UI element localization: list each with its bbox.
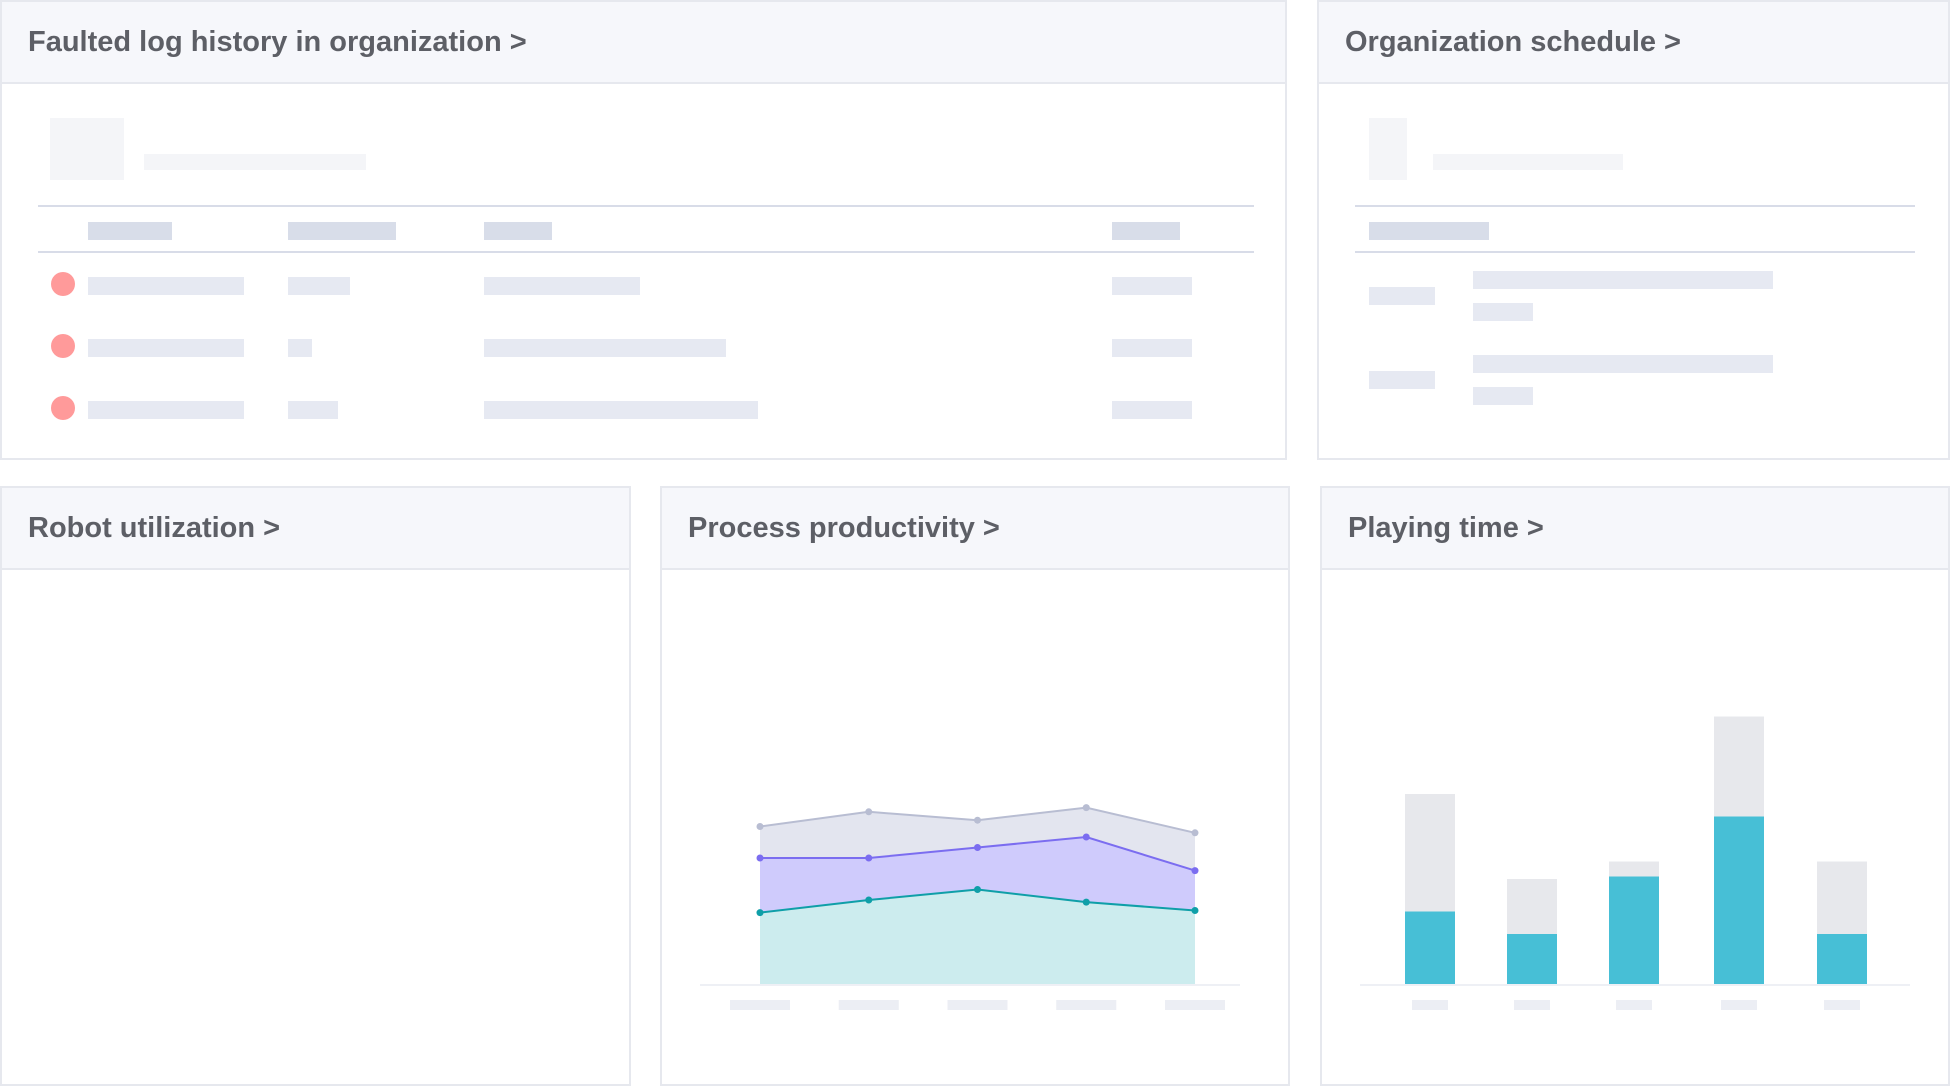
data-point <box>1191 867 1199 875</box>
bar-segment-active <box>1609 876 1659 984</box>
process-productivity-body <box>662 570 1288 1084</box>
fault-status-icon <box>51 272 75 296</box>
faulted-log-card: Faulted log history in organization > <box>0 0 1287 460</box>
data-point <box>1191 829 1199 837</box>
bar-segment-active <box>1405 911 1455 984</box>
bar-segment-active <box>1817 934 1867 984</box>
bar-segment-active <box>1507 934 1557 984</box>
event-sub-skeleton <box>1473 303 1533 321</box>
robot-utilization-title-link[interactable]: Robot utilization > <box>28 512 280 545</box>
x-tick-label-skeleton <box>1824 1000 1860 1010</box>
playing-time-card: Playing time > <box>1320 486 1950 1086</box>
data-point <box>1082 804 1090 812</box>
x-tick-label-skeleton <box>1721 1000 1757 1010</box>
x-tick-label-skeleton <box>1165 1000 1225 1010</box>
data-point <box>974 886 981 893</box>
bar-segment-active <box>1714 816 1764 984</box>
x-tick-label-skeleton <box>947 1000 1008 1010</box>
cell-skeleton <box>88 401 244 419</box>
faulted-log-title-link[interactable]: Faulted log history in organization > <box>28 26 527 59</box>
schedule-top-divider <box>1355 205 1915 207</box>
process-productivity-header: Process productivity > <box>662 488 1288 570</box>
cell-skeleton <box>484 339 726 357</box>
data-point <box>1082 833 1090 841</box>
playing-time-title-link[interactable]: Playing time > <box>1348 512 1544 545</box>
robot-utilization-body <box>2 570 629 1084</box>
cell-skeleton <box>1112 277 1192 295</box>
skeleton-heading <box>144 154 366 170</box>
column-header-skeleton <box>1369 222 1489 240</box>
cell-skeleton <box>288 277 350 295</box>
data-point <box>1082 898 1090 906</box>
schedule-title-link[interactable]: Organization schedule > <box>1345 26 1681 59</box>
event-skeleton <box>1473 355 1773 373</box>
fault-status-icon <box>51 334 75 358</box>
data-point <box>974 844 981 851</box>
bar-segment-background <box>1817 861 1867 934</box>
bar-segment-background <box>1609 861 1659 877</box>
process-productivity-chart <box>700 804 1240 1010</box>
event-sub-skeleton <box>1473 387 1533 405</box>
cell-skeleton <box>1112 401 1192 419</box>
skeleton-heading <box>1433 154 1623 170</box>
time-skeleton <box>1369 287 1435 305</box>
cell-skeleton <box>1112 339 1192 357</box>
x-tick-label-skeleton <box>1514 1000 1550 1010</box>
schedule-card: Organization schedule > <box>1317 0 1950 460</box>
data-point <box>756 823 764 830</box>
data-point <box>1191 907 1199 914</box>
bar-segment-background <box>1405 794 1455 912</box>
skeleton-avatar <box>50 118 124 180</box>
playing-time-body <box>1322 570 1948 1084</box>
time-skeleton <box>1369 371 1435 389</box>
faulted-log-header: Faulted log history in organization > <box>2 2 1285 84</box>
data-point <box>865 808 873 816</box>
schedule-header-divider <box>1355 251 1915 253</box>
data-point <box>865 854 873 862</box>
process-productivity-title-link[interactable]: Process productivity > <box>688 512 1000 545</box>
schedule-body <box>1319 84 1948 458</box>
column-header-skeleton <box>484 222 552 240</box>
bar-segment-background <box>1507 879 1557 934</box>
fault-status-icon <box>51 396 75 420</box>
cell-skeleton <box>88 339 244 357</box>
process-productivity-card: Process productivity > <box>660 486 1290 1086</box>
data-point <box>974 816 981 824</box>
data-point <box>756 909 764 917</box>
cell-skeleton <box>484 277 640 295</box>
cell-skeleton <box>88 277 244 295</box>
x-tick-label-skeleton <box>1412 1000 1448 1010</box>
cell-skeleton <box>288 401 338 419</box>
column-header-skeleton <box>1112 222 1180 240</box>
data-point <box>756 854 764 862</box>
robot-utilization-card: Robot utilization > <box>0 486 631 1086</box>
event-skeleton <box>1473 271 1773 289</box>
x-tick-label-skeleton <box>730 1000 790 1010</box>
skeleton-avatar <box>1369 118 1407 180</box>
schedule-header: Organization schedule > <box>1319 2 1948 84</box>
robot-utilization-header: Robot utilization > <box>2 488 629 570</box>
bar-segment-background <box>1714 716 1764 817</box>
cell-skeleton <box>288 339 312 357</box>
data-point <box>865 896 873 904</box>
playing-time-chart <box>1360 716 1910 1010</box>
x-tick-label-skeleton <box>1056 1000 1117 1010</box>
x-tick-label-skeleton <box>1616 1000 1652 1010</box>
table-top-divider <box>38 205 1254 207</box>
column-header-skeleton <box>288 222 396 240</box>
column-header-skeleton <box>88 222 172 240</box>
x-tick-label-skeleton <box>838 1000 899 1010</box>
playing-time-header: Playing time > <box>1322 488 1948 570</box>
table-header-divider <box>38 251 1254 253</box>
faulted-log-body <box>2 84 1285 458</box>
cell-skeleton <box>484 401 758 419</box>
